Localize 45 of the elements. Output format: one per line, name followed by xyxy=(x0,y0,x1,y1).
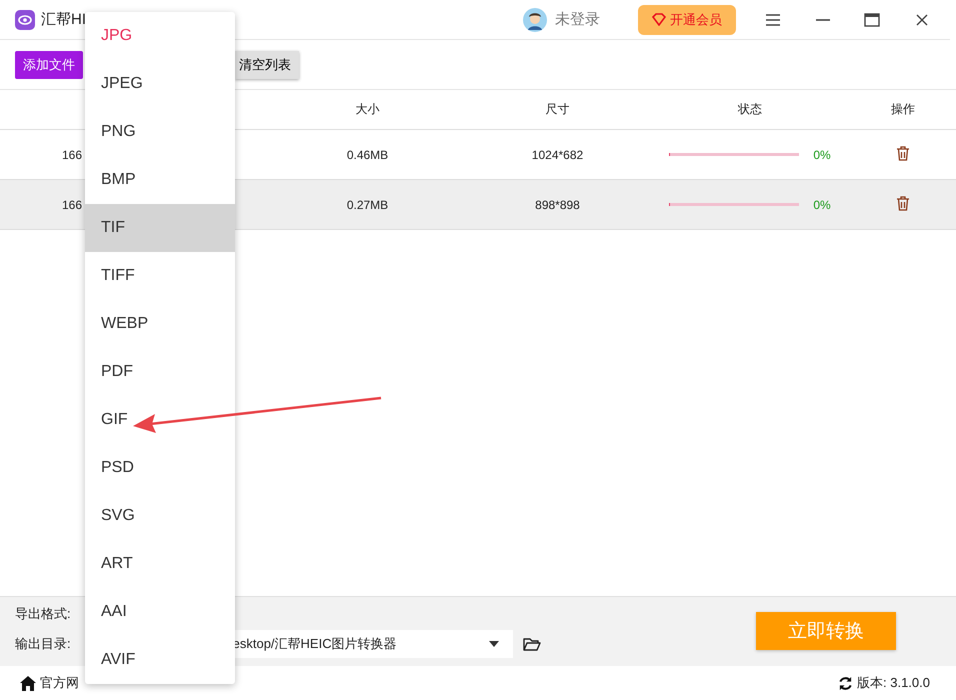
menu-icon[interactable] xyxy=(766,14,780,26)
login-status[interactable]: 未登录 xyxy=(555,10,600,29)
image-dimensions: 898*898 xyxy=(534,198,581,212)
home-icon[interactable] xyxy=(20,676,36,690)
close-icon[interactable] xyxy=(916,14,928,26)
file-size: 0.27MB xyxy=(346,198,390,212)
refresh-icon[interactable] xyxy=(838,676,854,690)
column-header: 尺寸 xyxy=(544,101,570,118)
trash-icon[interactable] xyxy=(896,146,910,160)
format-option[interactable]: PDF xyxy=(85,348,235,396)
output-label: 输出目录: xyxy=(15,635,71,654)
app-logo-icon xyxy=(15,10,35,30)
format-option[interactable]: SVG xyxy=(85,492,235,540)
trash-icon[interactable] xyxy=(896,196,910,210)
column-header: 状态 xyxy=(737,101,763,118)
format-option[interactable]: PSD xyxy=(85,444,235,492)
file-name: 166 xyxy=(61,148,84,162)
format-option[interactable]: JPG xyxy=(85,12,235,60)
clear-list-button[interactable]: 清空列表 xyxy=(235,50,299,78)
file-size: 0.46MB xyxy=(346,148,390,162)
progress-percent: 0% xyxy=(813,148,831,162)
progress-percent: 0% xyxy=(813,198,831,212)
format-label: 导出格式: xyxy=(15,604,71,623)
column-header: 操作 xyxy=(890,101,916,118)
website-link[interactable]: 官方网 xyxy=(40,674,79,692)
format-option[interactable]: TIF xyxy=(85,204,235,252)
version-label: 版本: 3.1.0.0 xyxy=(857,674,930,692)
dropdown-caret-icon xyxy=(488,641,499,648)
file-name: 166 xyxy=(61,198,84,212)
format-option[interactable]: WEBP xyxy=(85,300,235,348)
minimize-icon[interactable] xyxy=(816,18,830,20)
diamond-icon xyxy=(652,13,666,26)
format-option[interactable]: AAI xyxy=(85,588,235,636)
folder-icon[interactable] xyxy=(522,636,541,652)
app-title: 汇帮HI xyxy=(41,10,86,29)
format-option[interactable]: TIFF xyxy=(85,252,235,300)
add-file-button[interactable]: 添加文件 xyxy=(15,50,83,78)
format-option[interactable]: JPEG xyxy=(85,60,235,108)
image-dimensions: 1024*682 xyxy=(530,148,584,162)
column-header: 大小 xyxy=(354,101,380,118)
avatar-icon[interactable] xyxy=(523,8,547,32)
format-option[interactable]: ART xyxy=(85,540,235,588)
format-option[interactable]: GIF xyxy=(85,396,235,444)
format-option[interactable]: AVIF xyxy=(85,636,235,684)
maximize-icon[interactable] xyxy=(864,12,880,26)
